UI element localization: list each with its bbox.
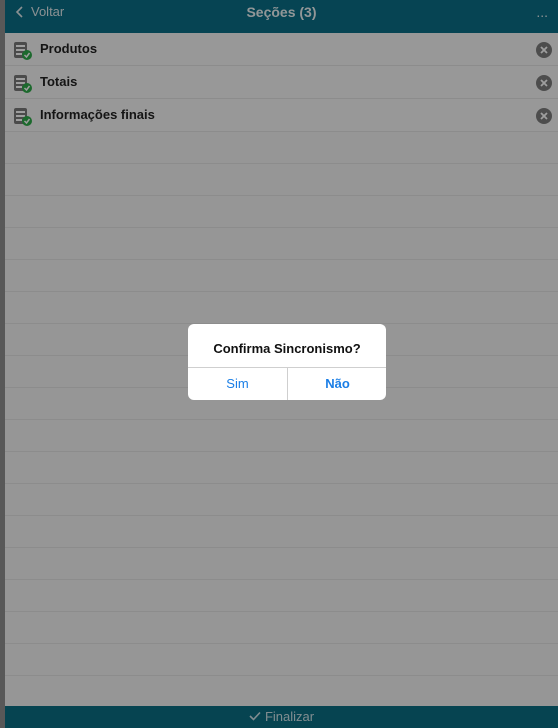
dialog-no-button[interactable]: Não — [288, 368, 386, 400]
dialog-yes-button[interactable]: Sim — [188, 368, 287, 400]
confirm-dialog: Confirma Sincronismo? Sim Não — [188, 324, 386, 400]
dialog-message: Confirma Sincronismo? — [213, 341, 361, 356]
